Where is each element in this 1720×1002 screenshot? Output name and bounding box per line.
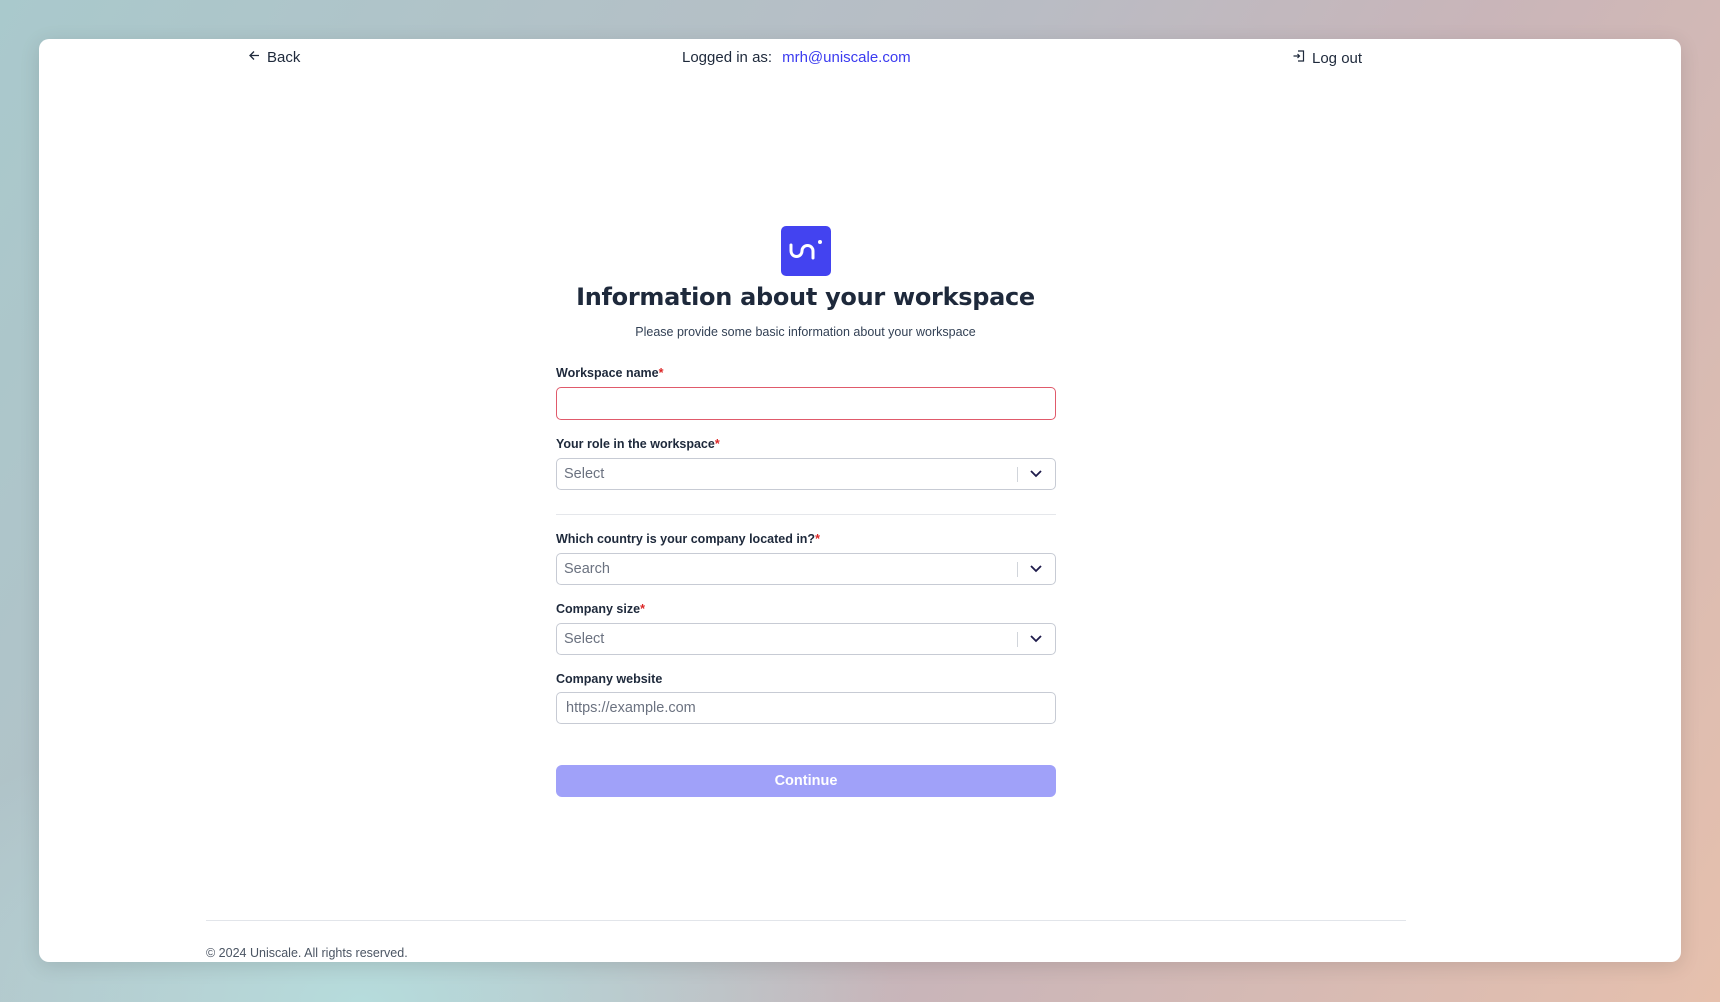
website-label: Company website <box>556 672 663 686</box>
uniscale-logo <box>781 226 831 276</box>
page-title: Information about your workspace <box>576 283 1035 311</box>
website-input[interactable]: https://example.com <box>556 692 1056 724</box>
role-select[interactable]: Select <box>556 458 1056 490</box>
website-placeholder: https://example.com <box>566 700 696 716</box>
logout-icon <box>1292 49 1306 67</box>
user-email[interactable]: mrh@uniscale.com <box>782 49 911 66</box>
country-select[interactable]: Search <box>556 553 1056 585</box>
country-label: Which country is your company located in… <box>556 532 820 546</box>
role-placeholder: Select <box>564 466 605 482</box>
logged-in-label: Logged in as: <box>682 49 773 66</box>
copyright-text: © 2024 Uniscale. All rights reserved. <box>206 946 408 960</box>
logout-button[interactable]: Log out <box>1292 49 1362 67</box>
company-size-label: Company size* <box>556 602 645 616</box>
separator <box>1017 467 1018 482</box>
country-placeholder: Search <box>564 561 610 577</box>
footer-divider <box>206 920 1406 921</box>
logged-in-info: Logged in as: mrh@uniscale.com <box>682 49 911 66</box>
continue-button[interactable]: Continue <box>556 765 1056 797</box>
chevron-down-icon[interactable] <box>1029 468 1043 484</box>
arrow-left-icon <box>248 49 261 66</box>
workspace-name-input[interactable] <box>556 387 1056 420</box>
separator <box>1017 632 1018 647</box>
chevron-down-icon[interactable] <box>1029 633 1043 649</box>
company-size-select[interactable]: Select <box>556 623 1056 655</box>
workspace-name-label: Workspace name* <box>556 366 664 380</box>
separator <box>1017 562 1018 577</box>
back-button[interactable]: Back <box>248 49 300 66</box>
main-card: Back Logged in as: mrh@uniscale.com Log … <box>39 39 1681 962</box>
company-size-placeholder: Select <box>564 631 605 647</box>
page-subtitle: Please provide some basic information ab… <box>635 325 976 339</box>
back-label: Back <box>267 49 301 66</box>
role-label: Your role in the workspace* <box>556 437 720 451</box>
section-divider <box>556 514 1056 515</box>
chevron-down-icon[interactable] <box>1029 563 1043 579</box>
logout-label: Log out <box>1312 49 1363 67</box>
